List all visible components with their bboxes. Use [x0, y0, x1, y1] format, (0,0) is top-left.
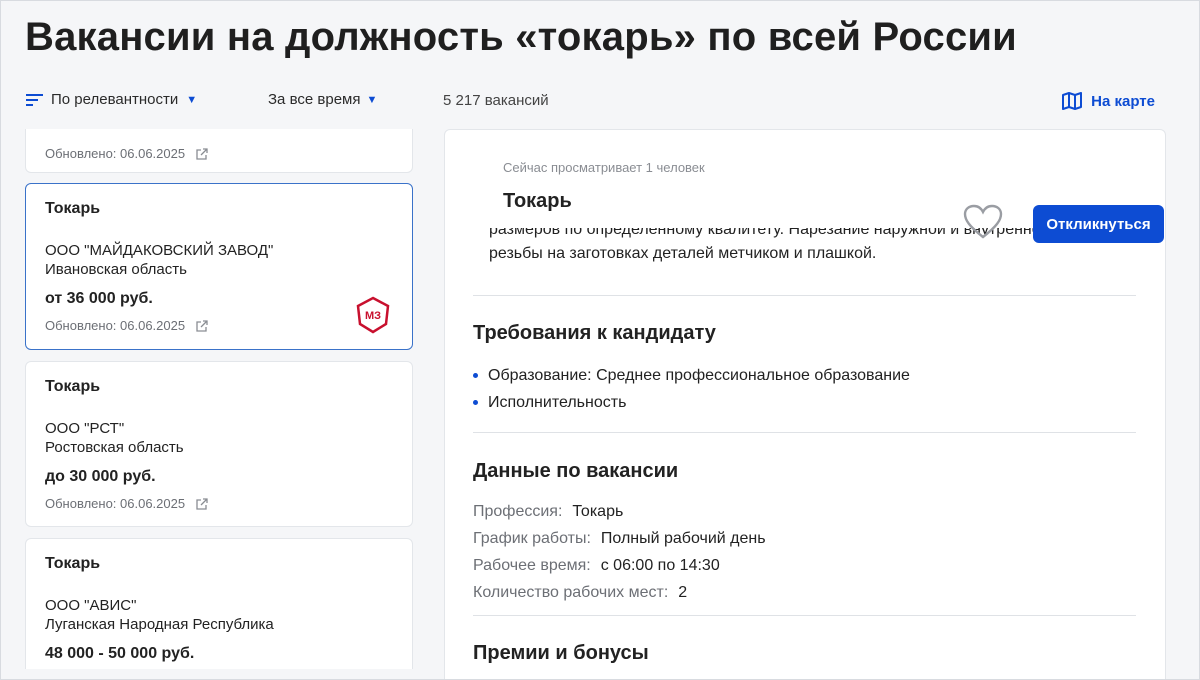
external-link-icon[interactable] — [195, 319, 209, 333]
vacancy-data-title: Данные по вакансии — [473, 460, 679, 482]
card-region: Ростовская область — [45, 439, 184, 456]
vacancy-count: 5 217 вакансий — [443, 92, 549, 109]
sort-icon — [26, 93, 43, 106]
data-row: Профессия: Токарь — [473, 502, 624, 520]
data-row: Количество рабочих мест: 2 — [473, 583, 688, 601]
map-label: На карте — [1091, 92, 1155, 110]
requirements-title: Требования к кандидату — [473, 322, 716, 344]
caret-down-icon: ▼ — [186, 93, 198, 106]
bullet-icon — [473, 373, 478, 378]
period-label: За все время — [268, 91, 361, 108]
browser-frame: Вакансии на должность «токарь» по всей Р… — [0, 0, 1200, 680]
company-logo: МЗ — [356, 296, 390, 334]
caret-down-icon: ▼ — [366, 93, 378, 106]
divider — [473, 295, 1136, 296]
bullet-icon — [473, 400, 478, 405]
list-item: Образование: Среднее профессиональное об… — [473, 362, 910, 389]
card-region: Луганская Народная Республика — [45, 616, 274, 633]
map-icon — [1062, 92, 1083, 110]
card-company: ООО "АВИС" — [45, 597, 137, 614]
heart-icon[interactable] — [963, 204, 1003, 240]
period-dropdown[interactable]: За все время ▼ — [268, 91, 377, 108]
vacancy-card-active[interactable]: Токарь ООО "МАЙДАКОВСКИЙ ЗАВОД" Ивановск… — [25, 183, 413, 350]
card-salary: до 30 000 руб. — [45, 468, 156, 485]
page-title: Вакансии на должность «токарь» по всей Р… — [25, 15, 1017, 59]
divider — [473, 432, 1136, 433]
data-row: График работы: Полный рабочий день — [473, 529, 766, 547]
requirements-list: Образование: Среднее профессиональное об… — [473, 362, 910, 416]
card-updated: Обновлено: 06.06.2025 — [45, 318, 209, 333]
card-title: Токарь — [45, 555, 101, 572]
card-company: ООО "РСТ" — [45, 420, 125, 437]
vacancy-card[interactable]: Токарь ООО "РСТ" Ростовская область до 3… — [25, 361, 413, 527]
card-title: Токарь — [45, 200, 101, 217]
card-company: ООО "МАЙДАКОВСКИЙ ЗАВОД" — [45, 242, 274, 259]
list-item: Исполнительность — [473, 389, 910, 416]
sort-dropdown[interactable]: По релевантности ▼ — [25, 91, 197, 108]
respond-button[interactable]: Откликнуться — [1033, 205, 1164, 243]
card-updated: Обновлено: 06.06.2025 — [45, 146, 209, 161]
vacancy-card[interactable]: Токарь ООО "АВИС" Луганская Народная Рес… — [25, 538, 413, 669]
vacancy-detail-panel: Сейчас просматривает 1 человек Токарь ра… — [444, 129, 1166, 679]
card-region: Ивановская область — [45, 261, 187, 278]
card-title: Токарь — [45, 378, 101, 395]
svg-text:МЗ: МЗ — [365, 310, 381, 322]
card-salary: от 36 000 руб. — [45, 290, 153, 307]
divider — [473, 615, 1136, 616]
external-link-icon[interactable] — [195, 147, 209, 161]
sort-label: По релевантности — [51, 91, 179, 108]
toolbar: По релевантности ▼ За все время ▼ 5 217 … — [25, 91, 1155, 115]
vacancy-data-list: Профессия: Токарь График работы: Полный ра… — [473, 498, 766, 606]
vacancy-list: Обновлено: 06.06.2025 Токарь ООО "МАЙДАК… — [25, 129, 415, 669]
external-link-icon[interactable] — [195, 497, 209, 511]
vacancy-card[interactable]: Обновлено: 06.06.2025 — [25, 129, 413, 173]
data-row: Рабочее время: с 06:00 по 14:30 — [473, 556, 720, 574]
card-salary: 48 000 - 50 000 руб. — [45, 645, 195, 662]
map-button[interactable]: На карте — [1061, 91, 1155, 111]
description-line: резьбы на заготовках деталей метчиком и … — [489, 245, 877, 262]
card-updated: Обновлено: 06.06.2025 — [45, 496, 209, 511]
viewers-count: Сейчас просматривает 1 человек — [503, 160, 705, 175]
detail-title: Токарь — [503, 190, 572, 212]
bonuses-title: Премии и бонусы — [473, 642, 649, 664]
